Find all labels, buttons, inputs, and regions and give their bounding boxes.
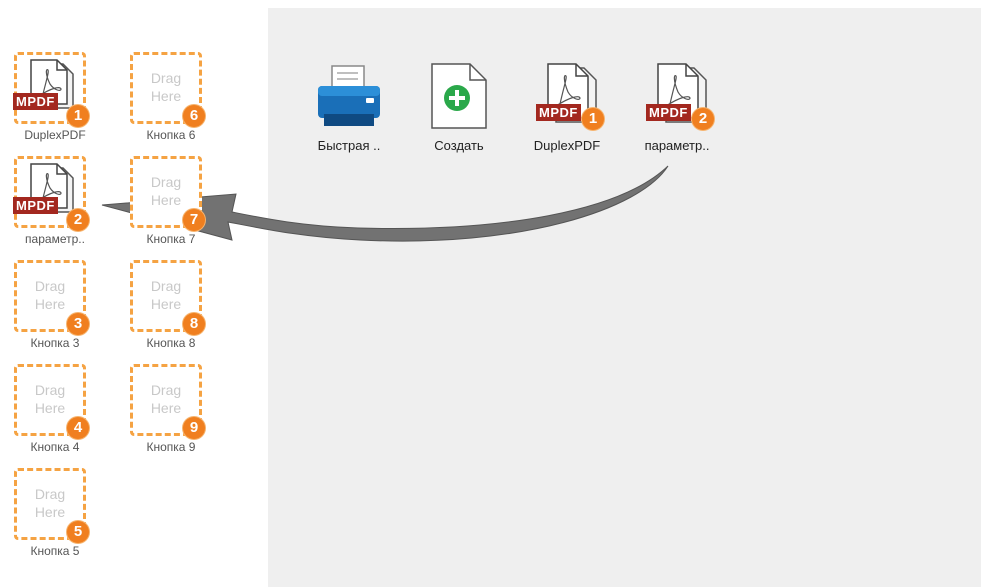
drag-here-placeholder: Drag Here (133, 277, 199, 313)
drag-line-1: Drag (150, 70, 182, 86)
app-label: DuplexPDF (533, 138, 601, 153)
drag-here-placeholder: Drag Here (17, 277, 83, 313)
slot-label: Кнопка 8 (146, 336, 196, 350)
slot-number-badge: 5 (67, 521, 89, 543)
slot-label: Кнопка 3 (30, 336, 80, 350)
drag-here-placeholder: Drag Here (133, 381, 199, 417)
slot-number-badge: 8 (183, 313, 205, 335)
slot-number-badge: 6 (183, 105, 205, 127)
app-label: Быстрая .. (317, 138, 381, 153)
slot-number-badge: 1 (67, 105, 89, 127)
number-badge: 1 (582, 108, 604, 130)
slot-number-badge: 4 (67, 417, 89, 439)
slot-box[interactable]: Drag Here 6 (130, 52, 205, 127)
slot-label: Кнопка 9 (146, 440, 196, 454)
slot-box[interactable]: Drag Here 5 (14, 468, 89, 543)
slot-box[interactable]: MPDF 1 (13, 52, 89, 127)
mpdf-tag: MPDF (646, 104, 691, 121)
drag-line-1: Drag (150, 278, 182, 294)
drag-line-1: Drag (34, 278, 66, 294)
drag-here-placeholder: Drag Here (17, 381, 83, 417)
app-label: Создать (434, 138, 484, 153)
app-label: параметр.. (644, 138, 710, 153)
slot-box[interactable]: Drag Here 3 (14, 260, 89, 335)
slot-box[interactable]: MPDF 2 (13, 156, 89, 231)
slot-box[interactable]: Drag Here 8 (130, 260, 205, 335)
mpdf-tag: MPDF (13, 93, 58, 110)
slot-label: Кнопка 6 (146, 128, 196, 142)
slot-number-badge: 2 (67, 209, 89, 231)
slot-box[interactable]: Drag Here 7 (130, 156, 205, 231)
drag-line-1: Drag (34, 382, 66, 398)
slot-box[interactable]: Drag Here 9 (130, 364, 205, 439)
slot-label: Кнопка 5 (30, 544, 80, 558)
slot-number-badge: 3 (67, 313, 89, 335)
new-document-icon (431, 63, 487, 129)
mpdf-tag: MPDF (13, 197, 58, 214)
drag-here-placeholder: Drag Here (133, 173, 199, 209)
slot-box[interactable]: Drag Here 4 (14, 364, 89, 439)
drag-line-2: Here (34, 296, 66, 312)
drag-line-2: Here (34, 400, 66, 416)
drag-line-1: Drag (34, 486, 66, 502)
number-badge: 2 (692, 108, 714, 130)
mpdf-tag: MPDF (536, 104, 581, 121)
slot-label: параметр.. (25, 232, 85, 246)
drag-line-2: Here (150, 88, 182, 104)
drag-line-2: Here (150, 400, 182, 416)
drag-line-1: Drag (150, 174, 182, 190)
drag-line-2: Here (34, 504, 66, 520)
drag-line-2: Here (150, 296, 182, 312)
drag-here-placeholder: Drag Here (133, 69, 199, 105)
scanner-printer-icon (318, 65, 380, 126)
drag-line-2: Here (150, 192, 182, 208)
slot-label: Кнопка 4 (30, 440, 80, 454)
drag-here-placeholder: Drag Here (17, 485, 83, 521)
slot-number-badge: 7 (183, 209, 205, 231)
slot-label: DuplexPDF (24, 128, 86, 142)
slot-label: Кнопка 7 (146, 232, 196, 246)
drag-line-1: Drag (150, 382, 182, 398)
slot-number-badge: 9 (183, 417, 205, 439)
